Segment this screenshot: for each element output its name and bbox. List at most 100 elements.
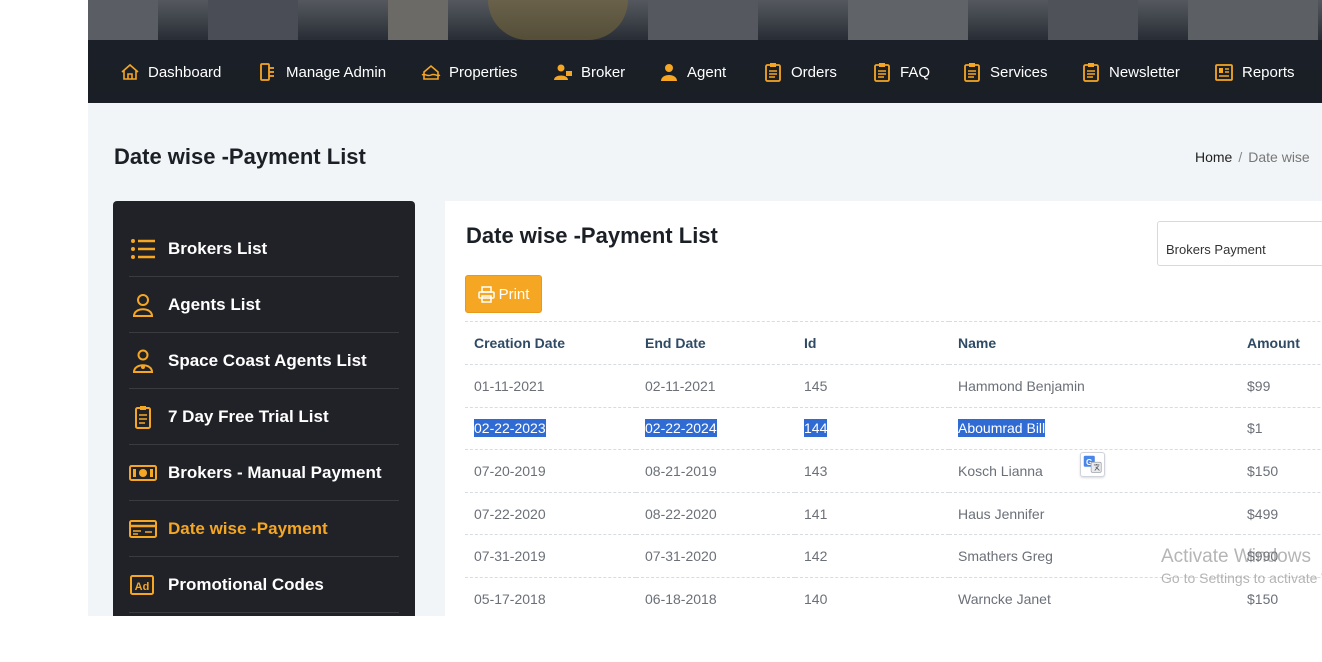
cell-text: 142: [804, 548, 828, 565]
cell-creation-date: 05-17-2018: [465, 577, 636, 616]
cell-text-selected: 144: [804, 419, 828, 438]
nav-item-manage-admin[interactable]: Manage Admin: [258, 60, 386, 84]
sidebar-item-date-wise-payment[interactable]: Date wise -Payment: [129, 501, 399, 557]
cell-text: Hammond Benjamin: [958, 377, 1085, 394]
sidebar-item-label: Agents List: [168, 294, 261, 314]
list-icon: [131, 238, 155, 259]
print-label: Print: [498, 285, 530, 303]
nav-item-orders[interactable]: Orders: [763, 60, 837, 84]
user-location-icon: [132, 349, 154, 373]
app-root: Dashboard Manage Admin Properties Broker…: [88, 0, 1322, 616]
properties-icon: [421, 64, 441, 80]
cell-end-date: 08-22-2020: [636, 492, 795, 536]
clipboard-icon: [1083, 63, 1099, 82]
cell-amount: $1: [1238, 407, 1322, 451]
cell-text-selected: 02-22-2024: [645, 419, 717, 438]
nav-item-faq[interactable]: FAQ: [872, 60, 930, 84]
cell-text: 07-31-2020: [645, 548, 717, 565]
payment-card-icon: [129, 519, 157, 538]
cell-text-selected: Aboumrad Bill: [958, 419, 1046, 438]
cell-amount: $99: [1238, 364, 1322, 408]
print-button[interactable]: Print: [465, 275, 542, 313]
main-nav: Dashboard Manage Admin Properties Broker…: [88, 40, 1322, 103]
cell-end-date: 06-18-2018: [636, 577, 795, 616]
nav-item-broker[interactable]: Broker: [553, 60, 625, 84]
cell-text: 141: [804, 505, 828, 522]
cell-id: 142: [795, 534, 949, 578]
table-header-row: Creation Date End Date Id Name Amount: [465, 321, 1322, 365]
nav-label: Services: [990, 63, 1048, 81]
reports-icon: [1215, 64, 1233, 81]
nav-label: Newsletter: [1109, 63, 1180, 81]
table-row: 07-20-2019 08-21-2019 143 Kosch Lianna $…: [465, 449, 1322, 493]
cell-name: Haus Jennifer: [949, 492, 1238, 536]
cell-text: Smathers Greg: [958, 548, 1053, 565]
cell-text: 05-17-2018: [474, 590, 546, 607]
home-icon: [121, 63, 139, 80]
nav-label: FAQ: [900, 63, 931, 81]
cell-text: 01-11-2021: [474, 377, 545, 394]
cell-text: 07-31-2019: [474, 548, 546, 565]
cell-creation-date: 07-31-2019: [465, 534, 636, 578]
cell-text: 145: [804, 377, 828, 394]
sidebar-item-free-trial-list[interactable]: 7 Day Free Trial List: [129, 389, 399, 445]
cell-creation-date: 02-22-2023: [465, 407, 636, 451]
cell-name: Hammond Benjamin: [949, 364, 1238, 408]
sidebar-item-label: Date wise -Payment: [168, 518, 328, 538]
cell-text: 06-18-2018: [645, 590, 717, 607]
nav-item-reports[interactable]: Reports: [1214, 60, 1295, 84]
table-row: 02-22-2023 02-22-2024 144 Aboumrad Bill …: [465, 407, 1322, 451]
cell-end-date: 02-11-2021: [636, 364, 795, 408]
cell-creation-date: 01-11-2021: [465, 364, 636, 408]
cell-text: $99: [1247, 377, 1271, 394]
nav-item-dashboard[interactable]: Dashboard: [120, 60, 221, 84]
column-header-name[interactable]: Name: [949, 321, 1238, 365]
sidebar-item-brokers-list[interactable]: Brokers List: [129, 221, 399, 277]
cell-id: 141: [795, 492, 949, 536]
column-header-end-date[interactable]: End Date: [636, 321, 795, 365]
table-row: 01-11-2021 02-11-2021 145 Hammond Benjam…: [465, 364, 1322, 408]
sidebar-item-agents-list[interactable]: Agents List: [129, 277, 399, 333]
breadcrumb-current: Date wise: [1248, 149, 1310, 165]
sidebar-item-label: Promotional Codes: [168, 574, 324, 594]
cell-text: 08-22-2020: [645, 505, 717, 522]
nav-label: Reports: [1242, 63, 1295, 81]
page-title: Date wise -Payment List: [114, 144, 366, 169]
cell-amount: $150: [1238, 449, 1322, 493]
user-icon: [132, 293, 154, 317]
cell-text: $150: [1247, 590, 1279, 607]
nav-item-agent[interactable]: Agent: [659, 60, 726, 84]
admin-icon: [260, 63, 274, 81]
breadcrumb-home-link[interactable]: Home: [1195, 149, 1232, 165]
nav-item-properties[interactable]: Properties: [421, 60, 517, 84]
cell-end-date: 08-21-2019: [636, 449, 795, 493]
nav-label: Dashboard: [148, 63, 222, 81]
watermark-line-1: Activate Windows: [1161, 546, 1311, 567]
top-header: Dashboard Manage Admin Properties Broker…: [88, 0, 1322, 103]
nav-item-newsletter[interactable]: Newsletter: [1081, 60, 1180, 84]
cell-text: 02-11-2021: [645, 377, 716, 394]
printer-icon: [477, 285, 495, 303]
sidebar-item-space-coast-agents-list[interactable]: Space Coast Agents List: [129, 333, 399, 389]
nav-label: Properties: [449, 63, 518, 81]
payment-type-select[interactable]: Brokers Payment: [1157, 221, 1322, 266]
cell-name: Aboumrad Bill: [949, 407, 1238, 451]
card-title: Date wise -Payment List: [466, 223, 718, 248]
sidebar-item-manual-payment[interactable]: Brokers - Manual Payment: [129, 445, 399, 501]
column-header-id[interactable]: Id: [795, 321, 949, 365]
nav-label: Manage Admin: [286, 63, 387, 81]
cell-end-date: 02-22-2024: [636, 407, 795, 451]
cell-text: 08-21-2019: [645, 462, 717, 479]
column-header-creation-date[interactable]: Creation Date: [465, 321, 636, 365]
cell-id: 144: [795, 407, 949, 451]
cell-text: Haus Jennifer: [958, 505, 1045, 522]
cell-creation-date: 07-20-2019: [465, 449, 636, 493]
column-header-amount[interactable]: Amount: [1238, 321, 1322, 365]
cell-text-selected: 02-22-2023: [474, 419, 546, 438]
sidebar-item-promotional-codes[interactable]: Ad Promotional Codes: [129, 557, 399, 613]
cell-id: 140: [795, 577, 949, 616]
google-translate-icon[interactable]: G: [1080, 452, 1105, 477]
cell-id: 143: [795, 449, 949, 493]
nav-item-services[interactable]: Services: [962, 60, 1048, 84]
sidebar-item-label: Brokers List: [168, 238, 268, 258]
